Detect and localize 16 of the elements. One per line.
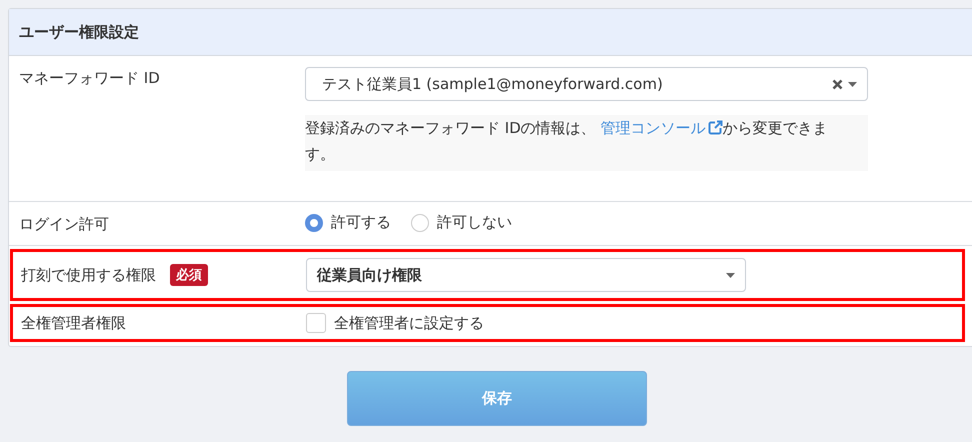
checkbox-option[interactable]: 全権管理者に設定する: [306, 313, 962, 333]
field-label: ログイン許可: [19, 215, 109, 234]
field-label: 打刻で使用する権限: [21, 266, 156, 284]
required-badge: 必須: [170, 264, 208, 286]
panel-title: ユーザー権限設定: [19, 22, 139, 42]
dropdown-caret-icon: [726, 272, 735, 278]
radio-option[interactable]: 許可する: [305, 213, 391, 232]
select-field[interactable]: 従業員向け権限: [306, 258, 746, 292]
external-link-icon: [708, 120, 723, 135]
clear-icon[interactable]: [832, 78, 843, 90]
select-field[interactable]: テスト従業員1 (sample1@moneyforward.com): [305, 67, 868, 101]
help-text: 登録済みのマネーフォワード IDの情報は、 管理コンソール から変更できます。: [305, 115, 868, 171]
field-label: マネーフォワード ID: [19, 69, 160, 88]
radio-option[interactable]: 許可しない: [411, 213, 512, 232]
field-label: 全権管理者権限: [21, 314, 126, 332]
dropdown-caret-icon: [848, 82, 857, 86]
